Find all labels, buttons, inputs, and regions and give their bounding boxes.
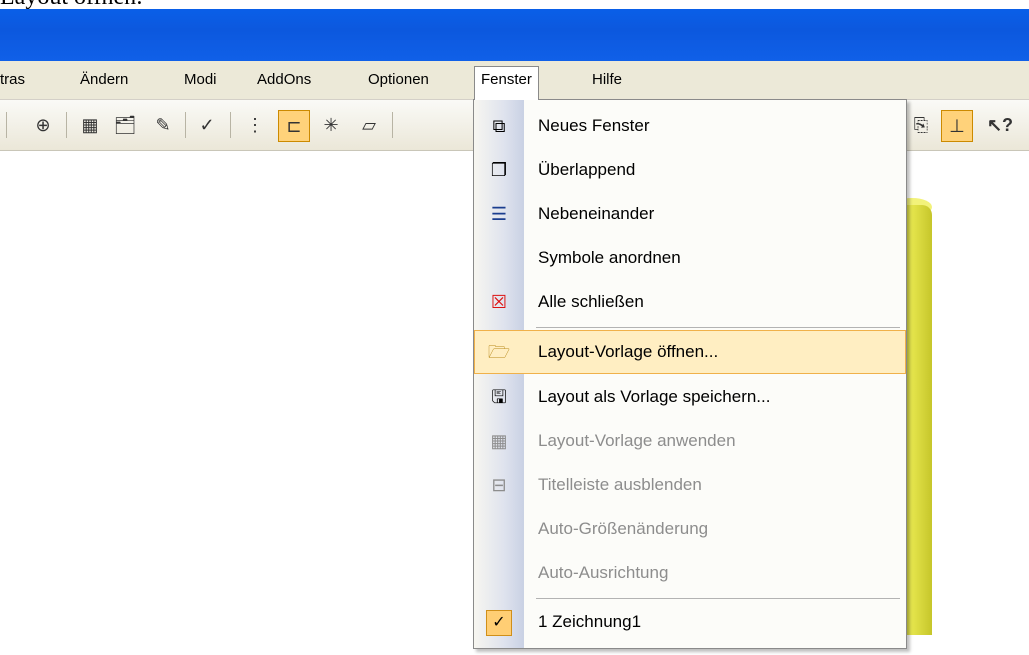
save-layout-icon: 🖫 [491, 387, 507, 407]
title-bar [0, 9, 1029, 61]
menu-item-nebeneinander[interactable]: ☰ Nebeneinander [474, 192, 906, 236]
pencil-icon[interactable]: ✎ [148, 110, 178, 140]
zoom-icon[interactable]: ⊕ [28, 110, 58, 140]
layer-icon[interactable]: ▦ [75, 110, 105, 140]
toolbar-separator [185, 112, 186, 138]
menu-item-alle-schliessen[interactable]: ☒ Alle schließen [474, 280, 906, 324]
menu-item-label: Alle schließen [538, 292, 644, 311]
menu-extras[interactable]: tras [0, 67, 31, 93]
close-all-icon: ☒ [490, 292, 508, 312]
fenster-dropdown-menu: ⧉ Neues Fenster ❐ Überlappend ☰ Nebenein… [473, 99, 907, 649]
menu-divider [536, 327, 900, 328]
menu-item-label: Layout als Vorlage speichern... [538, 387, 771, 406]
menu-item-label: Neues Fenster [538, 116, 650, 135]
snap-icon[interactable]: ✳ [316, 110, 346, 140]
menu-hilfe[interactable]: Hilfe [586, 67, 628, 93]
menu-item-label: 1 Zeichnung1 [538, 612, 642, 631]
menu-item-layout-speichern[interactable]: 🖫 Layout als Vorlage speichern... [474, 375, 906, 419]
menu-item-ueberlappend[interactable]: ❐ Überlappend [474, 148, 906, 192]
menu-item-label: Titelleiste ausblenden [538, 475, 702, 494]
menu-bar: tras Ändern Modi AddOns Optionen Fenster… [0, 61, 1029, 100]
toolbar-separator [392, 112, 393, 138]
ortho-icon[interactable]: ⊏ [278, 110, 310, 142]
menu-item-label: Layout-Vorlage anwenden [538, 431, 736, 450]
hide-titlebar-icon: ⊟ [491, 475, 507, 495]
toolbar-separator [230, 112, 231, 138]
apply-layout-icon: ▦ [490, 431, 508, 451]
menu-item-label: Auto-Größenänderung [538, 519, 709, 538]
tile-icon: ☰ [490, 204, 508, 224]
menu-item-auto-ausrichtung[interactable]: Auto-Ausrichtung [474, 551, 906, 595]
check-icon: ✓ [486, 610, 512, 636]
menu-item-label: Nebeneinander [538, 204, 655, 223]
menu-item-neues-fenster[interactable]: ⧉ Neues Fenster [474, 104, 906, 148]
plane-icon[interactable]: ▱ [354, 110, 384, 140]
toolbar-separator [66, 112, 67, 138]
menu-item-label: Layout-Vorlage öffnen... [538, 342, 719, 361]
menu-item-layout-vorlage-oeffnen[interactable]: 🗁 Layout-Vorlage öffnen... [474, 330, 906, 374]
axis-icon[interactable]: ⊥ [941, 110, 973, 142]
menu-item-titelleiste-ausblenden[interactable]: ⊟ Titelleiste ausblenden [474, 463, 906, 507]
grid-icon[interactable]: ⋮ [240, 110, 270, 140]
menu-item-auto-groessenaenderung[interactable]: Auto-Größenänderung [474, 507, 906, 551]
help-pointer-icon[interactable]: ↖? [985, 110, 1015, 140]
menu-addons[interactable]: AddOns [251, 67, 317, 93]
menu-fenster[interactable]: Fenster [474, 66, 539, 100]
menu-optionen[interactable]: Optionen [362, 67, 435, 93]
menu-divider [536, 598, 900, 599]
open-layout-icon: 🗁 [487, 342, 511, 362]
new-window-icon: ⧉ [492, 116, 506, 136]
menu-item-layout-anwenden[interactable]: ▦ Layout-Vorlage anwenden [474, 419, 906, 463]
menu-item-zeichnung1[interactable]: ✓ 1 Zeichnung1 [474, 600, 906, 644]
menu-aendern[interactable]: Ändern [74, 67, 134, 93]
menu-item-symbole-anordnen[interactable]: Symbole anordnen [474, 236, 906, 280]
copy-icon[interactable]: ⎘ [906, 110, 936, 140]
menu-modi[interactable]: Modi [178, 67, 223, 93]
folder-icon[interactable]: 🗂 [110, 110, 140, 140]
toolbar-separator [6, 112, 7, 138]
cascade-icon: ❐ [490, 160, 508, 180]
spellcheck-icon[interactable]: ✓ [192, 110, 222, 140]
menu-item-label: Auto-Ausrichtung [538, 563, 669, 582]
menu-item-label: Symbole anordnen [538, 248, 681, 267]
menu-item-label: Überlappend [538, 160, 636, 179]
